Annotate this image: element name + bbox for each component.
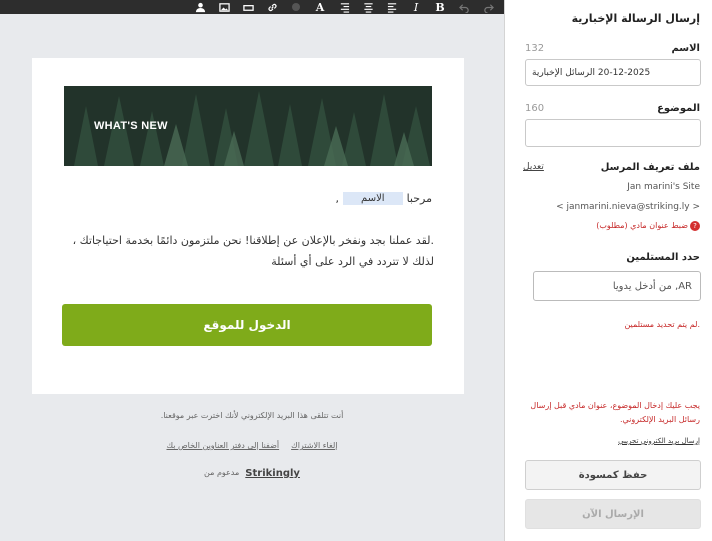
name-merge-tag[interactable]: الاسم bbox=[343, 192, 403, 205]
link-icon[interactable] bbox=[264, 0, 280, 14]
submit-error: يجب عليك إدخال الموضوع، عنوان مادي قبل إ… bbox=[530, 401, 700, 424]
recipients-label: حدد المستلمين bbox=[626, 252, 700, 263]
sender-error[interactable]: ?ضبط عنوان مادي (مطلوب) bbox=[596, 221, 700, 231]
name-char-count: 132 bbox=[525, 43, 545, 54]
name-label: الاسم bbox=[671, 43, 700, 54]
person-icon[interactable] bbox=[192, 0, 208, 14]
error-icon: ? bbox=[690, 221, 700, 231]
footer-powered-by: مدعوم من Strikingly bbox=[0, 468, 504, 479]
panel-title: إرسال الرسالة الإخبارية bbox=[571, 12, 700, 25]
email-editor: A I B WHAT'S NEW مرحبا الاسم , .لقد عملن… bbox=[0, 0, 504, 541]
format-toolbar: A I B bbox=[0, 0, 504, 14]
image-icon[interactable] bbox=[216, 0, 232, 14]
align-right-icon[interactable] bbox=[336, 0, 352, 14]
recipients-input[interactable]: AR, من أدخل يدويا bbox=[533, 271, 701, 301]
greeting-word: مرحبا bbox=[406, 192, 432, 205]
send-test-email-link[interactable]: إرسال بريد الكتروني تجريبي bbox=[618, 437, 700, 445]
save-draft-button[interactable]: حفظ كمسودة bbox=[525, 460, 701, 490]
email-card: WHAT'S NEW مرحبا الاسم , .لقد عملنا بجد … bbox=[32, 58, 464, 394]
greeting-comma: , bbox=[335, 192, 340, 205]
body-paragraph[interactable]: .لقد عملنا بجد ونفخر بالإعلان عن إطلاقنا… bbox=[62, 230, 434, 272]
banner-title: WHAT'S NEW bbox=[94, 120, 168, 132]
subject-char-count: 160 bbox=[525, 103, 545, 114]
bold-icon[interactable]: B bbox=[432, 0, 448, 14]
subject-label: الموضوع bbox=[657, 103, 700, 114]
add-to-address-book-link[interactable]: أضفنا إلى دفتر العناوين الخاص بك bbox=[166, 441, 279, 450]
sender-email: < janmarini.nieva@striking.ly > bbox=[556, 202, 700, 212]
button-icon[interactable] bbox=[240, 0, 256, 14]
footer-reason: أنت تتلقى هذا البريد الإلكتروني لأنك اخت… bbox=[160, 411, 344, 420]
strikingly-link[interactable]: Strikingly bbox=[245, 468, 300, 479]
send-newsletter-panel: إرسال الرسالة الإخبارية الاسم 132 20-12-… bbox=[504, 0, 712, 541]
greeting-line[interactable]: مرحبا الاسم , bbox=[336, 192, 432, 205]
align-center-icon[interactable] bbox=[360, 0, 376, 14]
edit-sender-link[interactable]: تعديل bbox=[523, 162, 544, 172]
recipients-placeholder: AR, من أدخل يدويا bbox=[612, 280, 692, 292]
sender-name: Jan marini's Site bbox=[627, 182, 700, 192]
font-icon[interactable]: A bbox=[312, 0, 328, 14]
banner-image[interactable]: WHAT'S NEW bbox=[64, 86, 432, 166]
visit-site-button[interactable]: الدخول للموقع bbox=[62, 304, 432, 346]
send-now-button[interactable]: الإرسال الآن bbox=[525, 499, 701, 529]
align-left-icon[interactable] bbox=[384, 0, 400, 14]
footer-links: أضفنا إلى دفتر العناوين الخاص بك إلغاء ا… bbox=[0, 441, 504, 450]
color-dot[interactable] bbox=[288, 0, 304, 14]
italic-icon[interactable]: I bbox=[408, 0, 424, 14]
sender-error-text: ضبط عنوان مادي (مطلوب) bbox=[596, 221, 688, 230]
sender-profile-label: ملف تعريف المرسل bbox=[600, 162, 700, 173]
undo-icon[interactable] bbox=[456, 0, 472, 14]
name-input[interactable]: 20-12-2025 الرسائل الإخبارية bbox=[525, 59, 701, 86]
powered-by-text: مدعوم من bbox=[204, 468, 240, 477]
subject-input[interactable] bbox=[525, 119, 701, 147]
redo-icon[interactable] bbox=[480, 0, 496, 14]
unsubscribe-link[interactable]: إلغاء الاشتراك bbox=[291, 441, 337, 450]
recipients-error: .لم يتم تحديد مستلمين bbox=[624, 320, 700, 329]
name-input-value: 20-12-2025 الرسائل الإخبارية bbox=[532, 67, 651, 78]
